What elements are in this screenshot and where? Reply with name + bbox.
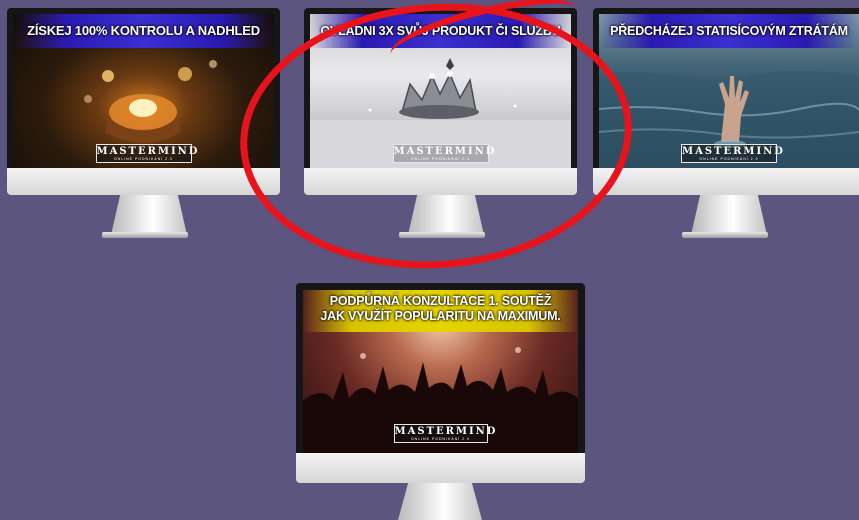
monitor-title: OVLÁDNI 3X SVŮJ PRODUKT ČI SLUŽBU	[310, 14, 571, 48]
monitor-stand	[691, 195, 767, 235]
monitor-chin	[593, 168, 859, 195]
monitor-screen: ZÍSKEJ 100% KONTROLU A NADHLED MASTERMIN…	[13, 14, 274, 168]
monitor-stand	[111, 195, 187, 235]
monitor-screen: OVLÁDNI 3X SVŮJ PRODUKT ČI SLUŽBU MASTER…	[310, 14, 571, 168]
monitor-foot	[399, 232, 485, 238]
monitor-produkt[interactable]: OVLÁDNI 3X SVŮJ PRODUKT ČI SLUŽBU MASTER…	[304, 8, 577, 238]
mastermind-logo: MASTERMIND ONLINE PODNIKÁNÍ 2.0	[392, 144, 497, 163]
monitor-title: ZÍSKEJ 100% KONTROLU A NADHLED	[13, 14, 274, 48]
mastermind-logo: MASTERMIND ONLINE PODNIKÁNÍ 2.0	[681, 144, 785, 163]
monitor-screen: PODPŮRNÁ KONZULTACE 1. SOUTĚŽ JAK VYUŽÍT…	[303, 290, 578, 453]
mastermind-logo: MASTERMIND ONLINE PODNIKÁNÍ 2.0	[393, 424, 498, 443]
monitor-title: PODPŮRNÁ KONZULTACE 1. SOUTĚŽ JAK VYUŽÍT…	[303, 290, 578, 332]
monitor-title: PŘEDCHÁZEJ STATISÍCOVÝM ZTRÁTÁM	[599, 14, 859, 48]
monitor-foot	[102, 232, 188, 238]
monitor-screen: PŘEDCHÁZEJ STATISÍCOVÝM ZTRÁTÁM MASTERMI…	[599, 14, 859, 168]
monitor-konzultace[interactable]: PODPŮRNÁ KONZULTACE 1. SOUTĚŽ JAK VYUŽÍT…	[296, 283, 585, 520]
monitor-ztraty[interactable]: PŘEDCHÁZEJ STATISÍCOVÝM ZTRÁTÁM MASTERMI…	[593, 8, 859, 238]
mastermind-logo: MASTERMIND ONLINE PODNIKÁNÍ 2.0	[95, 144, 200, 163]
monitor-stand	[398, 483, 482, 520]
monitor-chin	[7, 168, 280, 195]
monitor-kontrola[interactable]: ZÍSKEJ 100% KONTROLU A NADHLED MASTERMIN…	[7, 8, 280, 238]
monitor-chin	[304, 168, 577, 195]
monitor-foot	[682, 232, 768, 238]
monitor-chin	[296, 453, 585, 483]
monitor-stand	[408, 195, 484, 235]
